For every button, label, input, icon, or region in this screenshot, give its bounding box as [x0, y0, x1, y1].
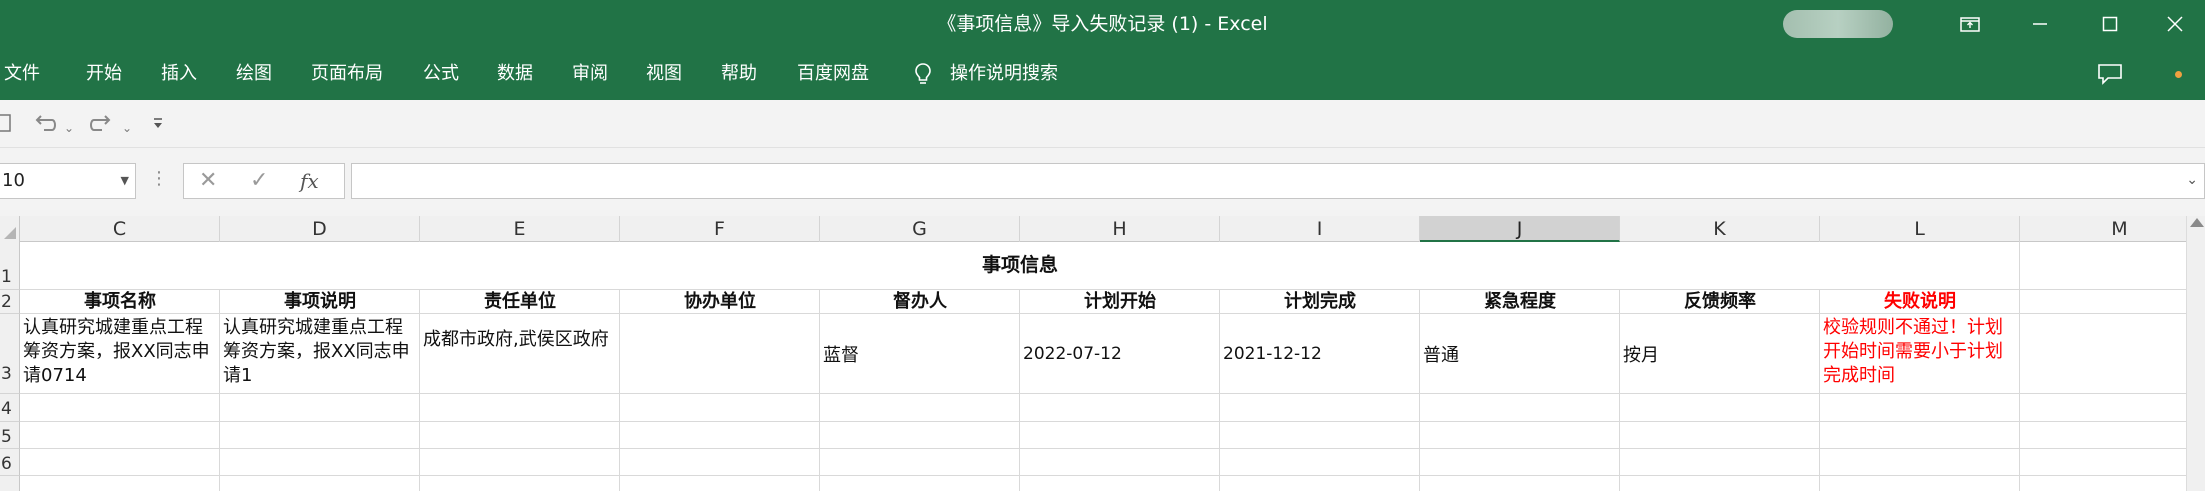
ribbon-display-options-icon[interactable] — [1935, 0, 2005, 48]
cell-failure-reason[interactable]: 校验规则不通过！计划开始时间需要小于计划完成时间 — [1820, 314, 2020, 394]
header-cell-supervisor[interactable]: 督办人 — [820, 290, 1020, 314]
title-bar: 《事项信息》导入失败记录 (1) - Excel — [0, 0, 2205, 48]
chevron-down-icon[interactable]: ▼ — [121, 164, 129, 198]
row-header-5[interactable]: 5 — [0, 422, 20, 449]
lightbulb-icon[interactable] — [911, 62, 935, 86]
expand-formula-icon[interactable]: ⌄ — [2186, 172, 2198, 188]
tab-formulas[interactable]: 公式 — [423, 48, 459, 100]
header-cell-co-unit[interactable]: 协办单位 — [620, 290, 820, 314]
insert-function-icon[interactable]: fx — [300, 164, 319, 198]
gridline — [20, 448, 2186, 449]
column-headers: C D E F G H I J K L M — [0, 216, 2205, 242]
header-cell-description[interactable]: 事项说明 — [220, 290, 420, 314]
column-header-k[interactable]: K — [1620, 216, 1820, 242]
cell-plan-end[interactable]: 2021-12-12 — [1220, 314, 1420, 394]
row-header-4[interactable]: 4 — [0, 394, 20, 422]
undo-icon[interactable] — [32, 112, 58, 136]
row-header-2[interactable]: 2 — [0, 290, 20, 314]
formula-buttons: ✕ ✓ fx — [183, 163, 345, 199]
tab-page-layout[interactable]: 页面布局 — [311, 48, 383, 100]
cell-co-unit[interactable] — [620, 314, 820, 394]
gridline — [20, 475, 2186, 476]
minimize-icon[interactable] — [2005, 0, 2075, 48]
redo-icon[interactable] — [88, 112, 114, 136]
column-header-i[interactable]: I — [1220, 216, 1420, 242]
cell-description[interactable]: 认真研究城建重点工程筹资方案，报XX同志申请1 — [220, 314, 420, 394]
row-header-1[interactable]: 1 — [0, 242, 20, 290]
scroll-up-icon[interactable] — [2190, 218, 2204, 227]
cell-name[interactable]: 认真研究城建重点工程筹资方案，报XX同志申请0714 — [20, 314, 220, 394]
row-header-6[interactable]: 6 — [0, 449, 20, 476]
cell-urgency[interactable]: 普通 — [1420, 314, 1620, 394]
header-cell-responsible-unit[interactable]: 责任单位 — [420, 290, 620, 314]
header-cell-failure-reason[interactable]: 失败说明 — [1820, 290, 2020, 314]
row-header-7[interactable] — [0, 476, 20, 491]
header-cell-urgency[interactable]: 紧急程度 — [1420, 290, 1620, 314]
select-all-corner[interactable] — [0, 216, 20, 242]
cell-feedback-frequency[interactable]: 按月 — [1620, 314, 1820, 394]
tell-me-search[interactable]: 操作说明搜索 — [950, 48, 1058, 100]
tab-baidu-netdisk[interactable]: 百度网盘 — [797, 48, 869, 100]
vertical-scrollbar[interactable] — [2186, 216, 2205, 491]
enter-check-icon[interactable]: ✓ — [250, 164, 268, 198]
cell-supervisor[interactable]: 蓝督 — [820, 314, 1020, 394]
tab-data[interactable]: 数据 — [497, 48, 533, 100]
notification-dot-icon — [2175, 71, 2182, 78]
ribbon-tabs: 文件 开始 插入 绘图 页面布局 公式 数据 审阅 视图 帮助 百度网盘 操作说… — [0, 48, 2205, 100]
tab-file[interactable]: 文件 — [4, 48, 40, 100]
maximize-icon[interactable] — [2075, 0, 2145, 48]
cancel-icon[interactable]: ✕ — [199, 164, 217, 198]
more-options-icon[interactable]: ⋮ — [150, 168, 168, 189]
close-icon[interactable] — [2140, 0, 2205, 48]
tab-insert[interactable]: 插入 — [161, 48, 197, 100]
column-header-g[interactable]: G — [820, 216, 1020, 242]
row-header-3[interactable]: 3 — [0, 314, 20, 394]
column-header-f[interactable]: F — [620, 216, 820, 242]
formula-bar: 10 ▼ ⋮ ✕ ✓ fx ⌄ — [0, 148, 2205, 216]
column-header-h[interactable]: H — [1020, 216, 1220, 242]
tab-draw[interactable]: 绘图 — [236, 48, 272, 100]
tab-view[interactable]: 视图 — [646, 48, 682, 100]
header-cell-plan-start[interactable]: 计划开始 — [1020, 290, 1220, 314]
cell-responsible-unit[interactable]: 成都市政府,武侯区政府 — [420, 314, 620, 394]
header-cell-name[interactable]: 事项名称 — [20, 290, 220, 314]
tab-review[interactable]: 审阅 — [572, 48, 608, 100]
user-avatar[interactable] — [1783, 10, 1893, 38]
quick-access-toolbar: ⌄ ⌄ — [0, 100, 2205, 148]
formula-input[interactable]: ⌄ — [351, 163, 2205, 199]
tab-help[interactable]: 帮助 — [721, 48, 757, 100]
column-header-c[interactable]: C — [20, 216, 220, 242]
column-header-m[interactable]: M — [2020, 216, 2205, 242]
cell-plan-start[interactable]: 2022-07-12 — [1020, 314, 1220, 394]
name-box-value: 10 — [2, 170, 25, 191]
gridline — [20, 421, 2186, 422]
column-header-j[interactable]: J — [1420, 216, 1620, 242]
worksheet-grid[interactable]: C D E F G H I J K L M 1 2 3 4 5 6 事项信息 事… — [0, 216, 2205, 491]
comment-icon[interactable] — [2097, 63, 2123, 85]
name-box[interactable]: 10 ▼ — [0, 163, 136, 199]
column-header-e[interactable]: E — [420, 216, 620, 242]
sheet-title[interactable]: 事项信息 — [20, 242, 2020, 289]
undo-dropdown-icon[interactable]: ⌄ — [64, 116, 74, 140]
column-header-l[interactable]: L — [1820, 216, 2020, 242]
customize-qat-icon[interactable] — [152, 113, 164, 137]
column-header-d[interactable]: D — [220, 216, 420, 242]
redo-dropdown-icon[interactable]: ⌄ — [122, 116, 132, 140]
save-icon[interactable] — [0, 112, 12, 136]
header-cell-plan-end[interactable]: 计划完成 — [1220, 290, 1420, 314]
tab-home[interactable]: 开始 — [86, 48, 122, 100]
header-cell-feedback-frequency[interactable]: 反馈频率 — [1620, 290, 1820, 314]
